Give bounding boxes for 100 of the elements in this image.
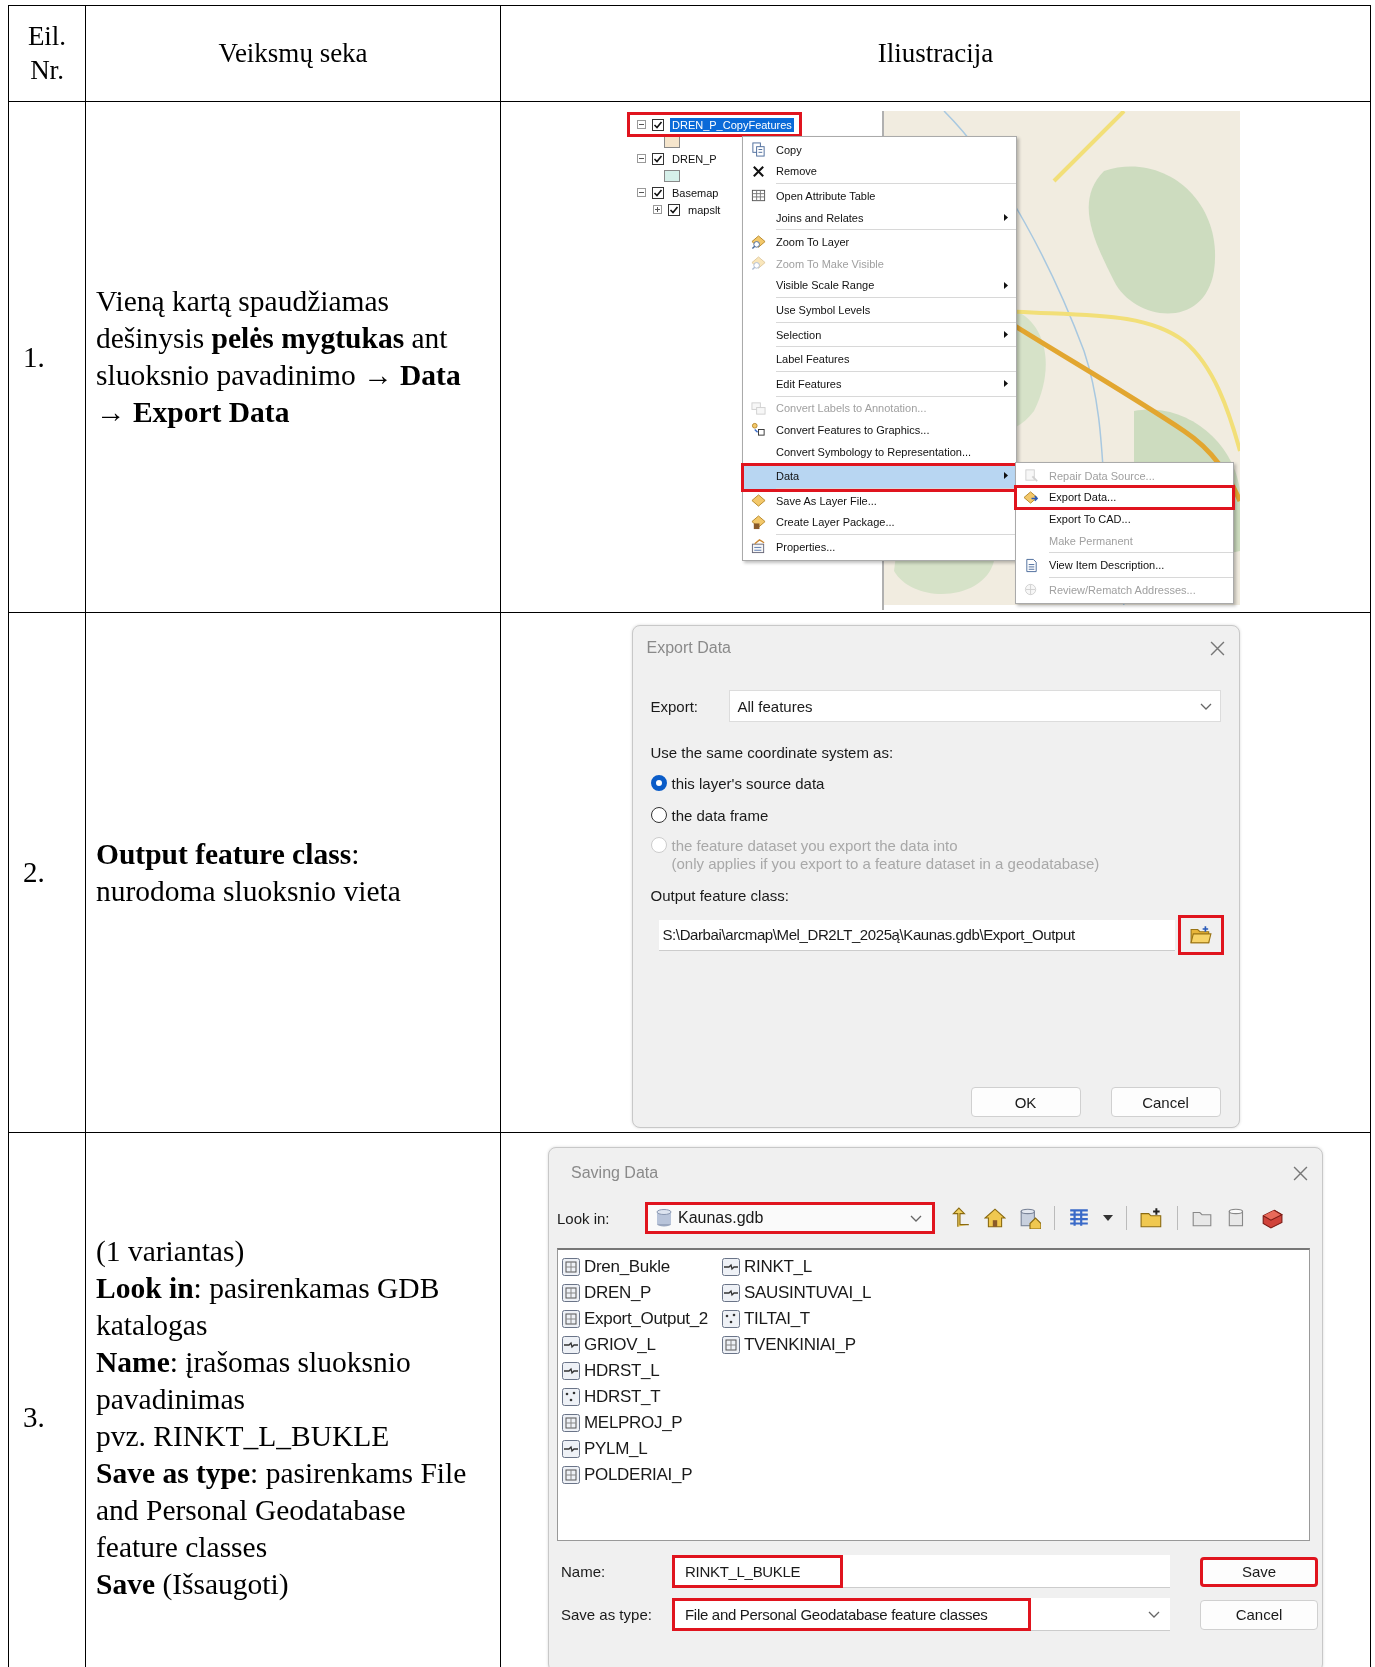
field-label: Save as type: <box>560 1606 653 1623</box>
home-icon[interactable] <box>984 1207 1006 1229</box>
menu-item[interactable]: Joins and Relates <box>743 206 1016 232</box>
globe-icon <box>1023 582 1039 598</box>
close-icon[interactable] <box>1293 1165 1308 1181</box>
menu-item[interactable]: Open Attribute Table <box>743 185 1016 207</box>
list-item[interactable]: HDRST_L <box>562 1358 709 1384</box>
menu-item[interactable]: Remove <box>743 160 1016 186</box>
layer-name[interactable]: DREN_P_CopyFeatures <box>670 117 794 132</box>
line-feature-icon <box>722 1284 741 1302</box>
dialog-title: Export Data <box>646 639 731 657</box>
list-item[interactable]: SAUSINTUVAI_L <box>722 1280 872 1306</box>
line-feature-icon <box>562 1440 580 1458</box>
layer-name[interactable]: mapslt <box>686 202 723 217</box>
field-label: Export: <box>650 697 700 715</box>
collapse-icon[interactable] <box>637 120 646 129</box>
save-type-dropdown[interactable]: File and Personal Geodatabase feature classes <box>675 1598 1170 1631</box>
package-icon <box>750 514 766 530</box>
menu-item[interactable]: Convert Features to Graphics... <box>743 419 1016 441</box>
list-item[interactable]: RINKT_L <box>722 1254 872 1280</box>
polygon-feature-icon <box>562 1414 580 1432</box>
polygon-feature-icon <box>562 1284 580 1302</box>
look-in-dropdown[interactable]: Kaunas.gdb <box>645 1202 935 1234</box>
browse-folder-button[interactable] <box>1180 918 1221 952</box>
close-icon[interactable] <box>1209 640 1225 656</box>
field-label: Output feature class: <box>650 887 790 904</box>
list-item[interactable]: POLDERIAI_P <box>562 1462 709 1488</box>
menu-item[interactable]: Selection <box>743 323 1016 349</box>
layer-row[interactable]: DREN_P_CopyFeatures <box>631 116 798 133</box>
section-label: Use the same coordinate system as: <box>650 744 895 761</box>
list-item[interactable]: MELPROJ_P <box>562 1410 709 1436</box>
menu-item[interactable]: Use Symbol Levels <box>743 299 1016 324</box>
layer-row[interactable]: DREN_P <box>631 150 723 167</box>
chevron-down-icon <box>1148 1610 1160 1618</box>
checkbox[interactable] <box>652 118 664 131</box>
menu-item[interactable]: View Item Description... <box>1016 554 1233 579</box>
database-home-icon[interactable] <box>1019 1207 1041 1229</box>
menu-item[interactable]: Properties... <box>743 536 1016 558</box>
list-item[interactable]: HDRST_T <box>562 1384 709 1410</box>
output-path-field[interactable]: S:\Darbai\arcmap\Mel_DR2LT_2025ą\Kaunas.gdb\Export_Output <box>658 919 1175 951</box>
menu-item[interactable]: Edit Features <box>743 372 1016 398</box>
step-text: Save (Išsaugoti) <box>96 1566 290 1602</box>
checkbox[interactable] <box>652 152 664 165</box>
menu-item[interactable]: Create Layer Package... <box>743 511 1016 537</box>
dialog-title: Saving Data <box>571 1164 659 1182</box>
layer-row[interactable]: mapslt <box>631 201 727 218</box>
point-feature-icon <box>562 1388 580 1406</box>
toolbox-icon[interactable] <box>1261 1207 1283 1229</box>
export-icon <box>1023 489 1039 505</box>
menu-item[interactable]: Convert Symbology to Representation... <box>743 440 1016 466</box>
name-field[interactable]: RINKT_L_BUKLE <box>675 1555 1170 1588</box>
magnifier-diamond-icon <box>750 234 766 250</box>
list-item[interactable]: Dren_Bukle <box>562 1254 709 1280</box>
list-item[interactable]: GRIOV_L <box>562 1332 709 1358</box>
dialog-button[interactable]: Save <box>1200 1556 1318 1587</box>
list-item[interactable]: PYLM_L <box>562 1436 709 1462</box>
checkbox[interactable] <box>668 203 680 216</box>
menu-item[interactable]: Label Features <box>743 348 1016 373</box>
dialog-button[interactable]: Cancel <box>1110 1087 1221 1117</box>
row-number: 3. <box>23 1401 45 1433</box>
list-view-icon[interactable] <box>1068 1207 1090 1229</box>
radio-option[interactable]: the data frame <box>650 807 1221 825</box>
step-text: pvz. RINKT_L_BUKLE <box>96 1418 391 1454</box>
menu-item[interactable]: Export To CAD... <box>1016 508 1233 530</box>
expand-icon[interactable] <box>653 205 662 214</box>
menu-item[interactable]: Save As Layer File... <box>743 489 1016 512</box>
radio-button[interactable] <box>650 775 667 791</box>
caret-icon[interactable] <box>1103 1215 1113 1221</box>
layer-name[interactable]: Basemap <box>670 185 721 200</box>
menu-item[interactable]: Visible Scale Range <box>743 274 1016 300</box>
list-item[interactable]: TILTAI_T <box>722 1306 872 1332</box>
magnifier-diamond-icon <box>750 256 766 272</box>
list-item[interactable]: DREN_P <box>562 1280 709 1306</box>
radio-button[interactable] <box>650 807 667 823</box>
export-dropdown[interactable]: All features <box>728 690 1221 722</box>
menu-item[interactable]: Copy <box>743 139 1016 161</box>
polygon-feature-icon <box>562 1310 580 1328</box>
step-text: Output feature class: nurodoma sluoksnio vieta <box>96 836 402 909</box>
database-icon <box>656 1209 672 1227</box>
point-feature-icon <box>722 1310 741 1328</box>
list-item[interactable]: Export_Output_2 <box>562 1306 709 1332</box>
menu-item[interactable]: Zoom To Layer <box>743 231 1016 253</box>
layer-name[interactable]: DREN_P <box>670 151 719 166</box>
list-item[interactable]: TVENKINIAI_P <box>722 1332 872 1358</box>
menu-item[interactable]: Data <box>743 465 1016 490</box>
layer-row[interactable]: Basemap <box>631 184 725 201</box>
step-text: (1 variantas) <box>96 1233 246 1269</box>
menu-item[interactable]: Export Data... <box>1016 486 1233 509</box>
dialog-button[interactable]: Cancel <box>1200 1599 1318 1630</box>
step-text: Vieną kartą spaudžiamas dešinysis pelės mygtukas ant sluoksnio pavadinimo → Data → Export Data <box>96 284 462 430</box>
dialog-button[interactable]: OK <box>970 1087 1081 1117</box>
copy-icon <box>750 142 766 158</box>
line-feature-icon <box>562 1362 580 1380</box>
column-header: Veiksmų seka <box>85 5 501 102</box>
checkbox[interactable] <box>652 186 664 199</box>
row-number: 2. <box>23 856 45 888</box>
collapse-icon[interactable] <box>637 188 646 197</box>
radio-option[interactable]: this layer's source data <box>650 775 1221 793</box>
collapse-icon[interactable] <box>637 154 646 163</box>
new-folder-icon[interactable] <box>1140 1207 1164 1229</box>
